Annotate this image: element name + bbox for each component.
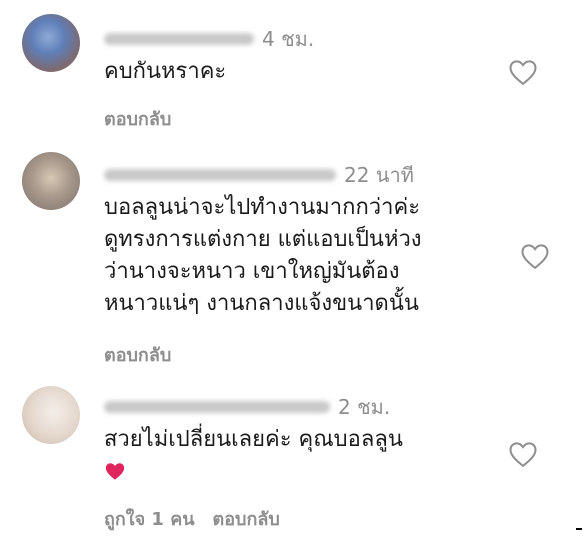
- reply-button[interactable]: ตอบกลับ: [104, 104, 171, 133]
- comment-time: 2 ชม.: [338, 395, 391, 419]
- likes-count-button[interactable]: ถูกใจ 1 คน: [104, 504, 195, 533]
- comment-meta: 4 ชม.: [104, 26, 314, 52]
- comment-actions: ถูกใจ 1 คน ตอบกลับ: [104, 504, 280, 533]
- comment-line: ว่านางจะหนาว เขาใหญ่มันต้อง: [104, 259, 400, 284]
- scroll-edge-mark: [576, 528, 582, 530]
- comment-text: บอลลูนน่าจะไปทำงานมากกว่าค่ะ ดูทรงการแต่…: [104, 192, 492, 320]
- comment-line: ดูทรงการแต่งกาย แต่แอบเป็นห่วง: [104, 227, 422, 252]
- reply-button[interactable]: ตอบกลับ: [104, 340, 171, 369]
- username-blurred[interactable]: [104, 33, 254, 45]
- heart-outline-icon[interactable]: [508, 58, 538, 86]
- comment-line: บอลลูนน่าจะไปทำงานมากกว่าค่ะ: [104, 195, 421, 220]
- comment-actions: ตอบกลับ: [104, 340, 171, 369]
- comment-actions: ตอบกลับ: [104, 104, 171, 133]
- reply-button[interactable]: ตอบกลับ: [213, 504, 280, 533]
- avatar[interactable]: [22, 386, 80, 444]
- comment-text: สวยไม่เปลี่ยนเลยค่ะ คุณบอลลูน: [104, 424, 492, 482]
- username-blurred[interactable]: [104, 401, 330, 413]
- comment-line: สวยไม่เปลี่ยนเลยค่ะ คุณบอลลูน: [104, 427, 403, 452]
- comment-meta: 22 นาที: [104, 162, 414, 188]
- comment-time: 4 ชม.: [262, 27, 315, 51]
- comment-time: 22 นาที: [344, 163, 414, 187]
- avatar[interactable]: [22, 152, 80, 210]
- username-blurred[interactable]: [104, 169, 336, 181]
- avatar[interactable]: [22, 14, 80, 72]
- red-heart-emoji: [105, 463, 125, 480]
- comment-line: คบกันหราคะ: [104, 59, 227, 84]
- comment-meta: 2 ชม.: [104, 394, 390, 420]
- heart-outline-icon[interactable]: [508, 440, 538, 468]
- heart-outline-icon[interactable]: [520, 242, 550, 270]
- comment-text: คบกันหราคะ: [104, 56, 492, 88]
- comment-line: หนาวแน่ๆ งานกลางแจ้งขนาดนั้น: [104, 291, 419, 316]
